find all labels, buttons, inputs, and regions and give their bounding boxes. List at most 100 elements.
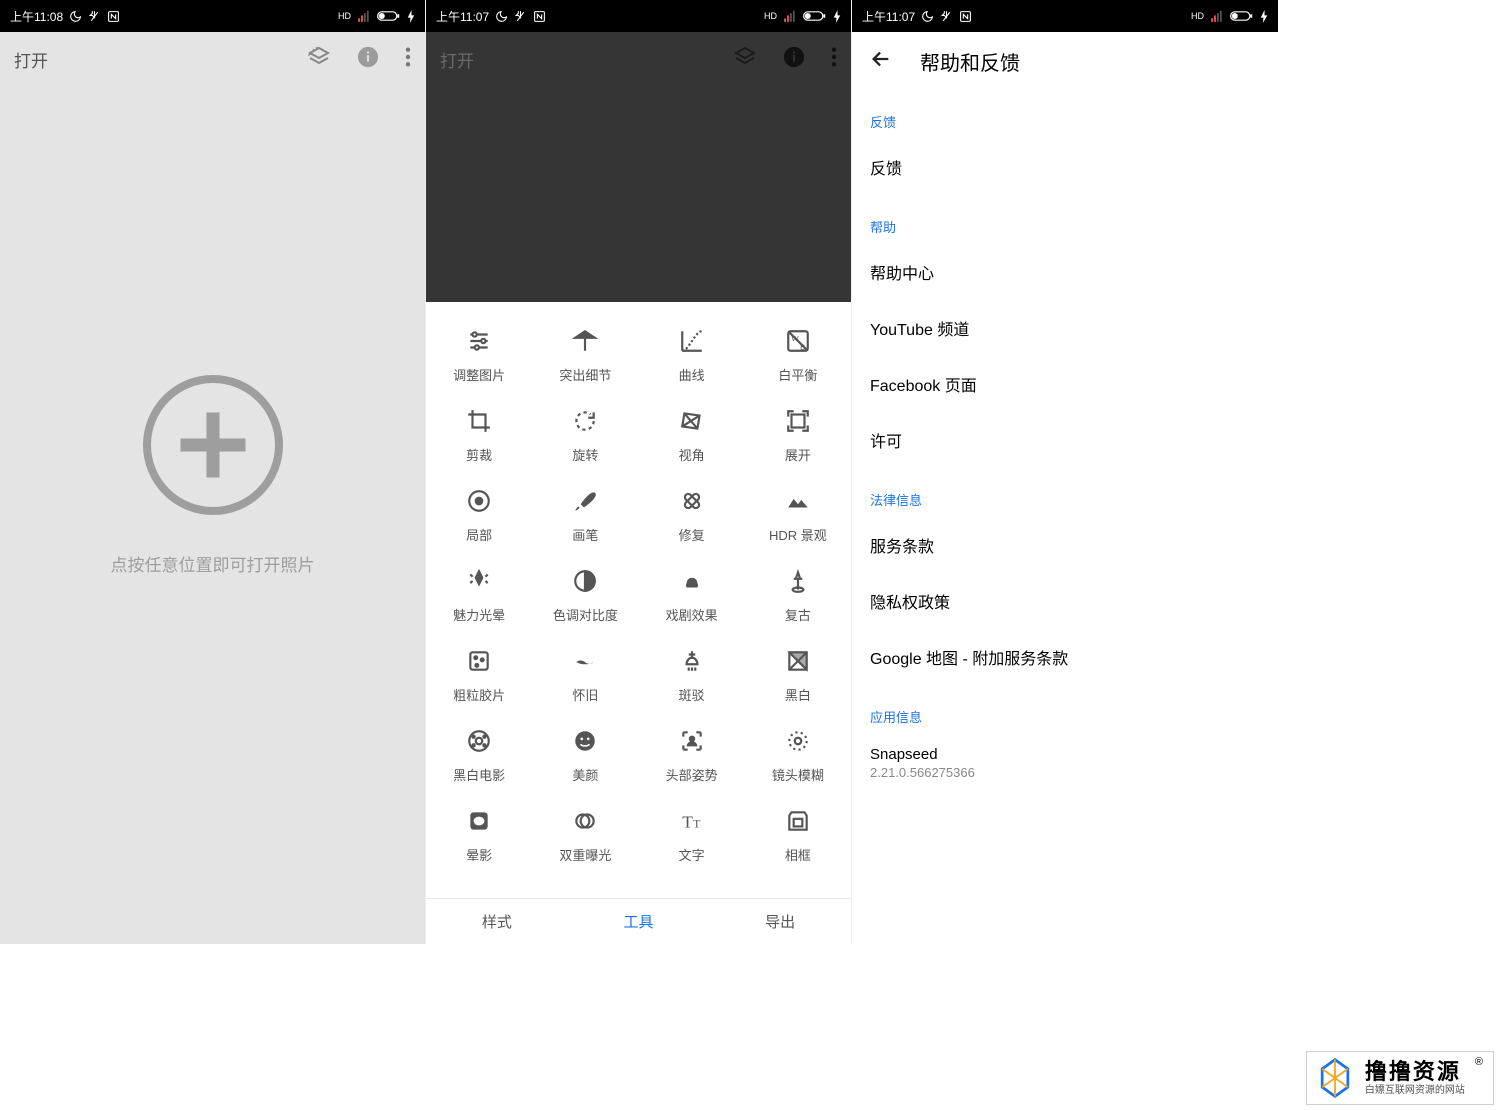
grunge-icon: [679, 648, 705, 677]
help-item[interactable]: YouTube 频道: [852, 300, 1278, 356]
more-icon[interactable]: [405, 46, 411, 73]
curves-icon: [679, 328, 705, 357]
nfc-icon: [959, 10, 972, 23]
tool-double-exposure[interactable]: 双重曝光: [532, 794, 638, 874]
watermark-main: 撸撸资源: [1365, 1060, 1465, 1084]
back-icon[interactable]: [870, 48, 892, 75]
mute-icon: [88, 10, 101, 23]
svg-text:T: T: [682, 813, 693, 832]
screen-help: 上午11:07 HD 帮助和反馈 反馈反馈帮助帮助中心YouTube 频道Fac…: [852, 0, 1278, 944]
signal-icon: [783, 10, 797, 22]
tool-curves[interactable]: 曲线: [639, 314, 745, 394]
tool-tune[interactable]: 调整图片: [426, 314, 532, 394]
glamour-icon: [466, 568, 492, 597]
tool-brush[interactable]: 画笔: [532, 474, 638, 554]
details-icon: [572, 328, 598, 357]
tool-tonal[interactable]: 色调对比度: [532, 554, 638, 634]
double-exposure-icon: [572, 808, 598, 837]
moon-icon: [495, 10, 508, 23]
white-balance-icon: WB: [785, 328, 811, 357]
open-area[interactable]: 点按任意位置即可打开照片: [0, 86, 425, 944]
tool-selective[interactable]: 局部: [426, 474, 532, 554]
watermark-logo-icon: [1313, 1056, 1357, 1100]
charging-icon: [1260, 10, 1268, 23]
tool-crop[interactable]: 剪裁: [426, 394, 532, 474]
info-icon[interactable]: [357, 46, 379, 73]
plus-icon: [143, 375, 283, 515]
tool-details[interactable]: 突出细节: [532, 314, 638, 394]
help-item[interactable]: Google 地图 - 附加服务条款: [852, 629, 1278, 685]
tool-lensblur[interactable]: 镜头模糊: [745, 714, 851, 794]
tool-glamour[interactable]: 魅力光晕: [426, 554, 532, 634]
tool-label: 修复: [679, 525, 705, 544]
info-icon[interactable]: [783, 46, 805, 73]
open-hint: 点按任意位置即可打开照片: [111, 551, 315, 576]
headpose-icon: [679, 728, 705, 757]
status-time: 上午11:07: [862, 8, 915, 25]
tool-grainy[interactable]: 粗粒胶片: [426, 634, 532, 714]
signal-icon: [357, 10, 371, 22]
help-title: 帮助和反馈: [920, 47, 1020, 76]
tool-label: 双重曝光: [559, 845, 611, 864]
tool-label: 戏剧效果: [666, 605, 718, 624]
battery-icon: [377, 10, 401, 22]
healing-icon: [679, 488, 705, 517]
tool-label: 复古: [785, 605, 811, 624]
tool-hdr[interactable]: HDR 景观: [745, 474, 851, 554]
svg-text:W: W: [791, 334, 799, 343]
status-bar: 上午11:07 HD: [852, 0, 1278, 32]
tool-retrolux[interactable]: 怀旧: [532, 634, 638, 714]
help-item[interactable]: 帮助中心: [852, 244, 1278, 300]
tool-noir[interactable]: 黑白电影: [426, 714, 532, 794]
tool-expand[interactable]: 展开: [745, 394, 851, 474]
section-header: 帮助: [852, 195, 1278, 244]
tool-text[interactable]: TT 文字: [639, 794, 745, 874]
tool-label: 晕影: [466, 845, 492, 864]
open-label[interactable]: 打开: [14, 47, 307, 72]
tool-rotate[interactable]: 旋转: [532, 394, 638, 474]
tool-portrait[interactable]: 美颜: [532, 714, 638, 794]
svg-text:T: T: [693, 817, 701, 831]
tool-perspective[interactable]: 视角: [639, 394, 745, 474]
moon-icon: [69, 10, 82, 23]
tool-vintage[interactable]: 复古: [745, 554, 851, 634]
tool-label: 局部: [466, 525, 492, 544]
tab-tools[interactable]: 工具: [568, 899, 710, 944]
tool-white-balance[interactable]: WB白平衡: [745, 314, 851, 394]
tune-icon: [466, 328, 492, 357]
tool-drama[interactable]: 戏剧效果: [639, 554, 745, 634]
help-item[interactable]: 服务条款: [852, 517, 1278, 573]
tool-healing[interactable]: 修复: [639, 474, 745, 554]
help-item[interactable]: Facebook 页面: [852, 356, 1278, 412]
tab-styles[interactable]: 样式: [426, 899, 568, 944]
tab-export[interactable]: 导出: [709, 899, 851, 944]
tool-label: 斑驳: [679, 685, 705, 704]
layers-icon[interactable]: [307, 45, 331, 74]
open-label[interactable]: 打开: [440, 47, 733, 72]
status-time: 上午11:08: [10, 8, 63, 25]
perspective-icon: [679, 408, 705, 437]
tool-label: 旋转: [572, 445, 598, 464]
layers-icon[interactable]: [733, 45, 757, 74]
hd-indicator: HD: [1191, 11, 1204, 21]
tool-headpose[interactable]: 头部姿势: [639, 714, 745, 794]
tool-bw[interactable]: 黑白: [745, 634, 851, 714]
mute-icon: [514, 10, 527, 23]
tonal-icon: [572, 568, 598, 597]
lensblur-icon: [785, 728, 811, 757]
help-item[interactable]: 隐私权政策: [852, 573, 1278, 629]
more-icon[interactable]: [831, 46, 837, 73]
tool-vignette[interactable]: 晕影: [426, 794, 532, 874]
top-bar: 打开: [426, 32, 851, 86]
help-item[interactable]: 许可: [852, 412, 1278, 468]
watermark-r: ®: [1475, 1056, 1483, 1068]
tool-label: 文字: [679, 845, 705, 864]
tool-frames[interactable]: 相框: [745, 794, 851, 874]
status-bar: 上午11:08 HD: [0, 0, 425, 32]
tool-label: 黑白电影: [453, 765, 505, 784]
tool-grunge[interactable]: 斑驳: [639, 634, 745, 714]
status-bar: 上午11:07 HD: [426, 0, 851, 32]
tool-label: 色调对比度: [553, 605, 618, 624]
help-item[interactable]: 反馈: [852, 139, 1278, 195]
svg-text:B: B: [800, 343, 805, 352]
